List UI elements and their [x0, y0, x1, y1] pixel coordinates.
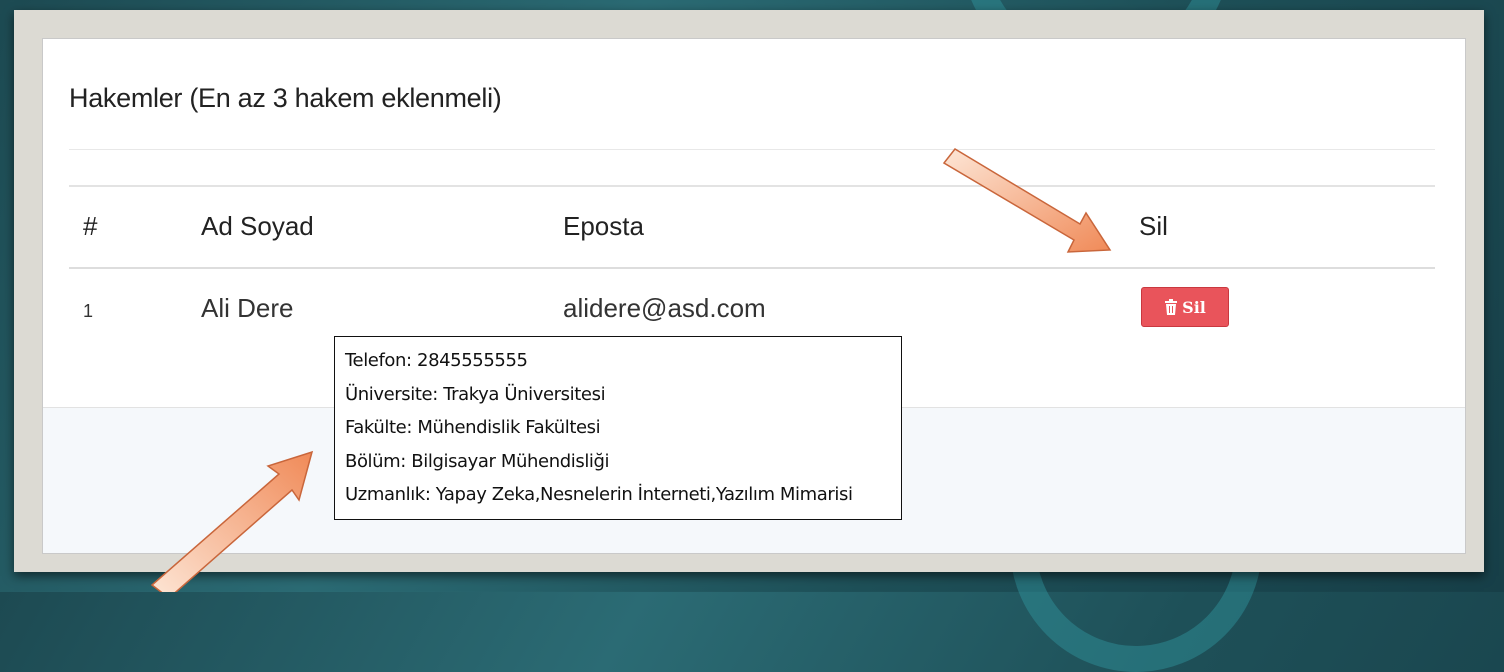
header-email: Eposta: [563, 211, 644, 241]
reviewer-name[interactable]: Ali Dere: [201, 293, 293, 324]
tooltip-expertise: Uzmanlık: Yapay Zeka,Nesnelerin İnternet…: [345, 484, 853, 505]
tooltip-university: Üniversite: Trakya Üniversitesi: [345, 383, 606, 405]
header-delete: Sil: [1139, 211, 1168, 241]
reviewer-email: alidere@asd.com: [563, 293, 766, 323]
header-index: #: [83, 211, 98, 241]
tooltip-department: Bölüm: Bilgisayar Mühendisliği: [345, 450, 610, 472]
delete-reviewer-button[interactable]: Sil: [1141, 287, 1229, 327]
tooltip-faculty: Fakülte: Mühendislik Fakültesi: [345, 417, 601, 438]
panel-title: Hakemler (En az 3 hakem eklenmeli): [69, 83, 502, 113]
row-index: 1: [83, 301, 94, 321]
tooltip-phone: Telefon: 2845555555: [345, 350, 528, 371]
trash-icon: [1165, 299, 1178, 315]
header-name: Ad Soyad: [201, 211, 314, 241]
reviewers-table: # Ad Soyad Eposta Sil 1 Ali Dere alidere…: [69, 185, 1435, 349]
title-divider: [69, 149, 1435, 150]
delete-button-label: Sil: [1182, 297, 1206, 317]
reviewer-details-tooltip: Telefon: 2845555555 Üniversite: Trakya Ü…: [334, 336, 902, 520]
table-header: # Ad Soyad Eposta Sil: [69, 185, 1435, 269]
